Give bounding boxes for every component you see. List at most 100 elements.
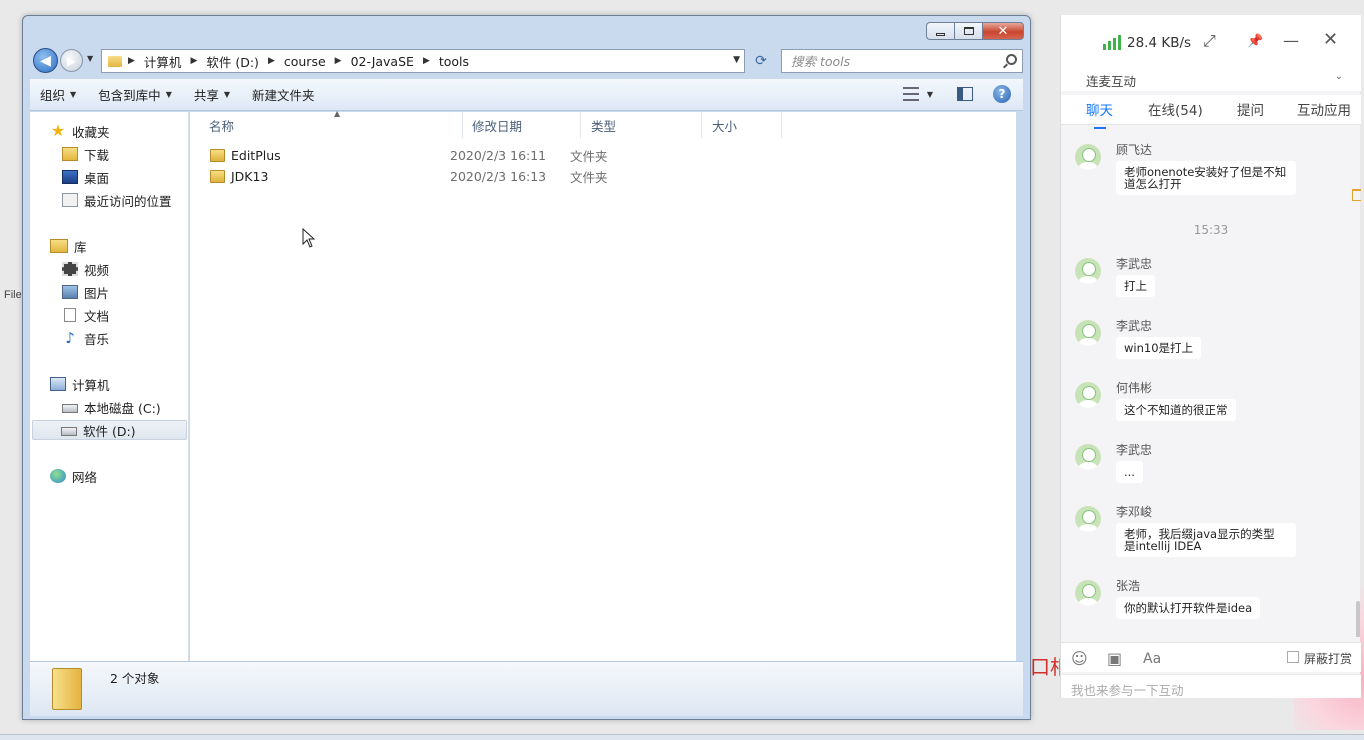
column-size[interactable]: 大小 bbox=[702, 112, 782, 138]
search-box[interactable] bbox=[781, 49, 1023, 73]
organize-menu[interactable]: 组织 ▼ bbox=[40, 85, 76, 104]
desktop-file-label: File bbox=[4, 289, 22, 301]
sender-name: 李武忠 bbox=[1116, 443, 1153, 457]
breadcrumb-item[interactable]: tools bbox=[439, 54, 469, 69]
breadcrumb-item[interactable]: course bbox=[284, 54, 326, 69]
avatar bbox=[1075, 320, 1101, 346]
address-row: ◀ ▶ ▼ ▶ 计算机 ▶ 软件 (D:) ▶ course ▶ 02-Java… bbox=[31, 46, 1023, 74]
nav-pictures[interactable]: 图片 bbox=[62, 282, 109, 302]
view-dropdown-icon[interactable]: ▼ bbox=[927, 90, 933, 99]
message-bubble: 你的默认打开软件是idea bbox=[1116, 597, 1261, 619]
address-dropdown-icon[interactable]: ▼ bbox=[733, 55, 740, 65]
message-bubble: win10是打上 bbox=[1116, 337, 1202, 359]
refresh-button[interactable]: ⟳ bbox=[749, 49, 773, 73]
command-bar: 组织 ▼ 包含到库中 ▼ 共享 ▼ 新建文件夹 ▼ ? bbox=[30, 79, 1023, 111]
nav-downloads[interactable]: 下载 bbox=[62, 144, 109, 164]
music-note-icon: ♪ bbox=[65, 329, 75, 347]
search-icon[interactable] bbox=[1006, 54, 1017, 65]
expand-icon[interactable]: ⤢ bbox=[1203, 31, 1216, 51]
message-bubble: 打上 bbox=[1116, 275, 1155, 297]
avatar bbox=[1075, 144, 1101, 170]
tab-online[interactable]: 在线(54) bbox=[1148, 99, 1203, 119]
file-row[interactable]: JDK13 2020/2/3 16:13 文件夹 bbox=[210, 166, 1010, 186]
computer-icon bbox=[50, 377, 66, 391]
sort-ascending-icon: ▲ bbox=[334, 109, 341, 118]
avatar bbox=[1075, 258, 1101, 284]
search-input[interactable] bbox=[791, 53, 991, 69]
recent-pages-dropdown[interactable]: ▼ bbox=[87, 54, 93, 63]
file-type: 文件夹 bbox=[570, 148, 608, 164]
breadcrumb-item[interactable]: 计算机 bbox=[144, 52, 182, 71]
help-icon[interactable]: ? bbox=[993, 85, 1011, 103]
nav-music[interactable]: ♪ 音乐 bbox=[62, 328, 109, 348]
minimize-icon bbox=[936, 32, 945, 36]
block-tips-checkbox[interactable] bbox=[1287, 651, 1299, 663]
address-bar[interactable]: ▶ 计算机 ▶ 软件 (D:) ▶ course ▶ 02-JavaSE ▶ t… bbox=[101, 49, 745, 73]
navigation-pane: ★ 收藏夹 下载 桌面 最近访问的位置 库 视频 图片 文档 ♪ 音乐 计算机 本地… bbox=[30, 112, 189, 661]
nav-desktop[interactable]: 桌面 bbox=[62, 167, 109, 187]
sender-name: 顾飞达 bbox=[1116, 143, 1153, 157]
nav-videos[interactable]: 视频 bbox=[62, 259, 109, 279]
close-icon: ✕ bbox=[997, 23, 1009, 39]
chevron-down-icon: ▼ bbox=[165, 90, 172, 99]
column-type[interactable]: 类型 bbox=[581, 112, 702, 138]
nav-computer[interactable]: 计算机 bbox=[50, 374, 110, 394]
column-modified[interactable]: 修改日期 bbox=[462, 112, 581, 138]
share-menu[interactable]: 共享 ▼ bbox=[194, 85, 230, 104]
folder-icon bbox=[210, 169, 225, 183]
font-icon[interactable]: Aa bbox=[1143, 651, 1161, 667]
window-caption-buttons: ✕ bbox=[926, 22, 1024, 40]
nav-documents[interactable]: 文档 bbox=[62, 305, 109, 325]
explorer-window: ✕ ◀ ▶ ▼ ▶ 计算机 ▶ 软件 (D:) ▶ course ▶ 02-Ja… bbox=[22, 15, 1031, 720]
nav-network[interactable]: 网络 bbox=[50, 466, 97, 486]
breadcrumb: ▶ 计算机 ▶ 软件 (D:) ▶ course ▶ 02-JavaSE ▶ t… bbox=[128, 52, 470, 71]
avatar bbox=[1075, 444, 1101, 470]
nav-favorites[interactable]: ★ 收藏夹 bbox=[50, 121, 110, 141]
co-host-dropdown[interactable]: 连麦互动 ⌄ bbox=[1061, 71, 1361, 91]
breadcrumb-item[interactable]: 02-JavaSE bbox=[351, 54, 414, 69]
maximize-button[interactable] bbox=[954, 22, 982, 40]
view-options-icon[interactable] bbox=[902, 87, 919, 101]
breadcrumb-item[interactable]: 软件 (D:) bbox=[206, 52, 259, 71]
include-in-library-menu[interactable]: 包含到库中 ▼ bbox=[98, 85, 172, 104]
pin-icon[interactable]: 📌 bbox=[1247, 34, 1263, 49]
star-icon: ★ bbox=[50, 121, 66, 140]
downloads-folder-icon bbox=[62, 147, 78, 161]
sender-name: 张浩 bbox=[1116, 579, 1141, 593]
chevron-down-icon: ⌄ bbox=[1334, 71, 1343, 82]
folder-icon bbox=[210, 148, 225, 162]
forward-button[interactable]: ▶ bbox=[60, 49, 83, 72]
close-button[interactable]: ✕ bbox=[982, 22, 1024, 40]
column-name[interactable]: 名称 ▲ bbox=[199, 109, 463, 138]
tab-interactive-apps[interactable]: 互动应用 bbox=[1297, 99, 1351, 119]
block-tips-label: 屏蔽打赏 bbox=[1304, 652, 1353, 666]
emoji-icon[interactable]: ☺ bbox=[1071, 649, 1088, 668]
close-icon[interactable]: ✕ bbox=[1323, 29, 1338, 50]
new-folder-button[interactable]: 新建文件夹 bbox=[252, 85, 315, 104]
scrollbar[interactable] bbox=[1356, 601, 1360, 637]
chevron-down-icon: ▼ bbox=[70, 90, 77, 99]
nav-local-disk-c[interactable]: 本地磁盘 (C:) bbox=[62, 397, 161, 417]
file-row[interactable]: EditPlus 2020/2/3 16:11 文件夹 bbox=[210, 145, 1010, 165]
nav-recent-places[interactable]: 最近访问的位置 bbox=[62, 190, 172, 210]
file-name: JDK13 bbox=[231, 168, 269, 184]
nav-software-d[interactable]: 软件 (D:) bbox=[32, 420, 187, 440]
image-icon[interactable]: ▣ bbox=[1107, 649, 1122, 668]
preview-pane-icon[interactable] bbox=[957, 87, 973, 101]
toolbar-right: ▼ ? bbox=[902, 85, 1011, 103]
back-button[interactable]: ◀ bbox=[33, 48, 58, 73]
signal-icon bbox=[1103, 35, 1121, 50]
minimize-button[interactable] bbox=[926, 22, 954, 40]
back-arrow-icon: ◀ bbox=[40, 52, 51, 69]
trash-icon[interactable] bbox=[1352, 189, 1361, 201]
chat-input[interactable] bbox=[1071, 683, 1351, 698]
minimize-icon[interactable]: — bbox=[1283, 31, 1299, 50]
tab-chat[interactable]: 聊天 bbox=[1086, 99, 1113, 129]
folder-icon bbox=[108, 55, 122, 67]
nav-libraries[interactable]: 库 bbox=[50, 236, 87, 256]
folder-icon bbox=[52, 668, 82, 710]
message-list: 顾飞达 老师onenote安装好了但是不知 道怎么打开 15:33 李武忠 打上… bbox=[1061, 127, 1361, 637]
tab-questions[interactable]: 提问 bbox=[1237, 99, 1264, 119]
forward-arrow-icon: ▶ bbox=[66, 53, 77, 68]
live-chat-panel: 28.4 KB/s ⤢ 📌 — ✕ 连麦互动 ⌄ 聊天 在线(54) 提问 互动… bbox=[1060, 15, 1361, 698]
